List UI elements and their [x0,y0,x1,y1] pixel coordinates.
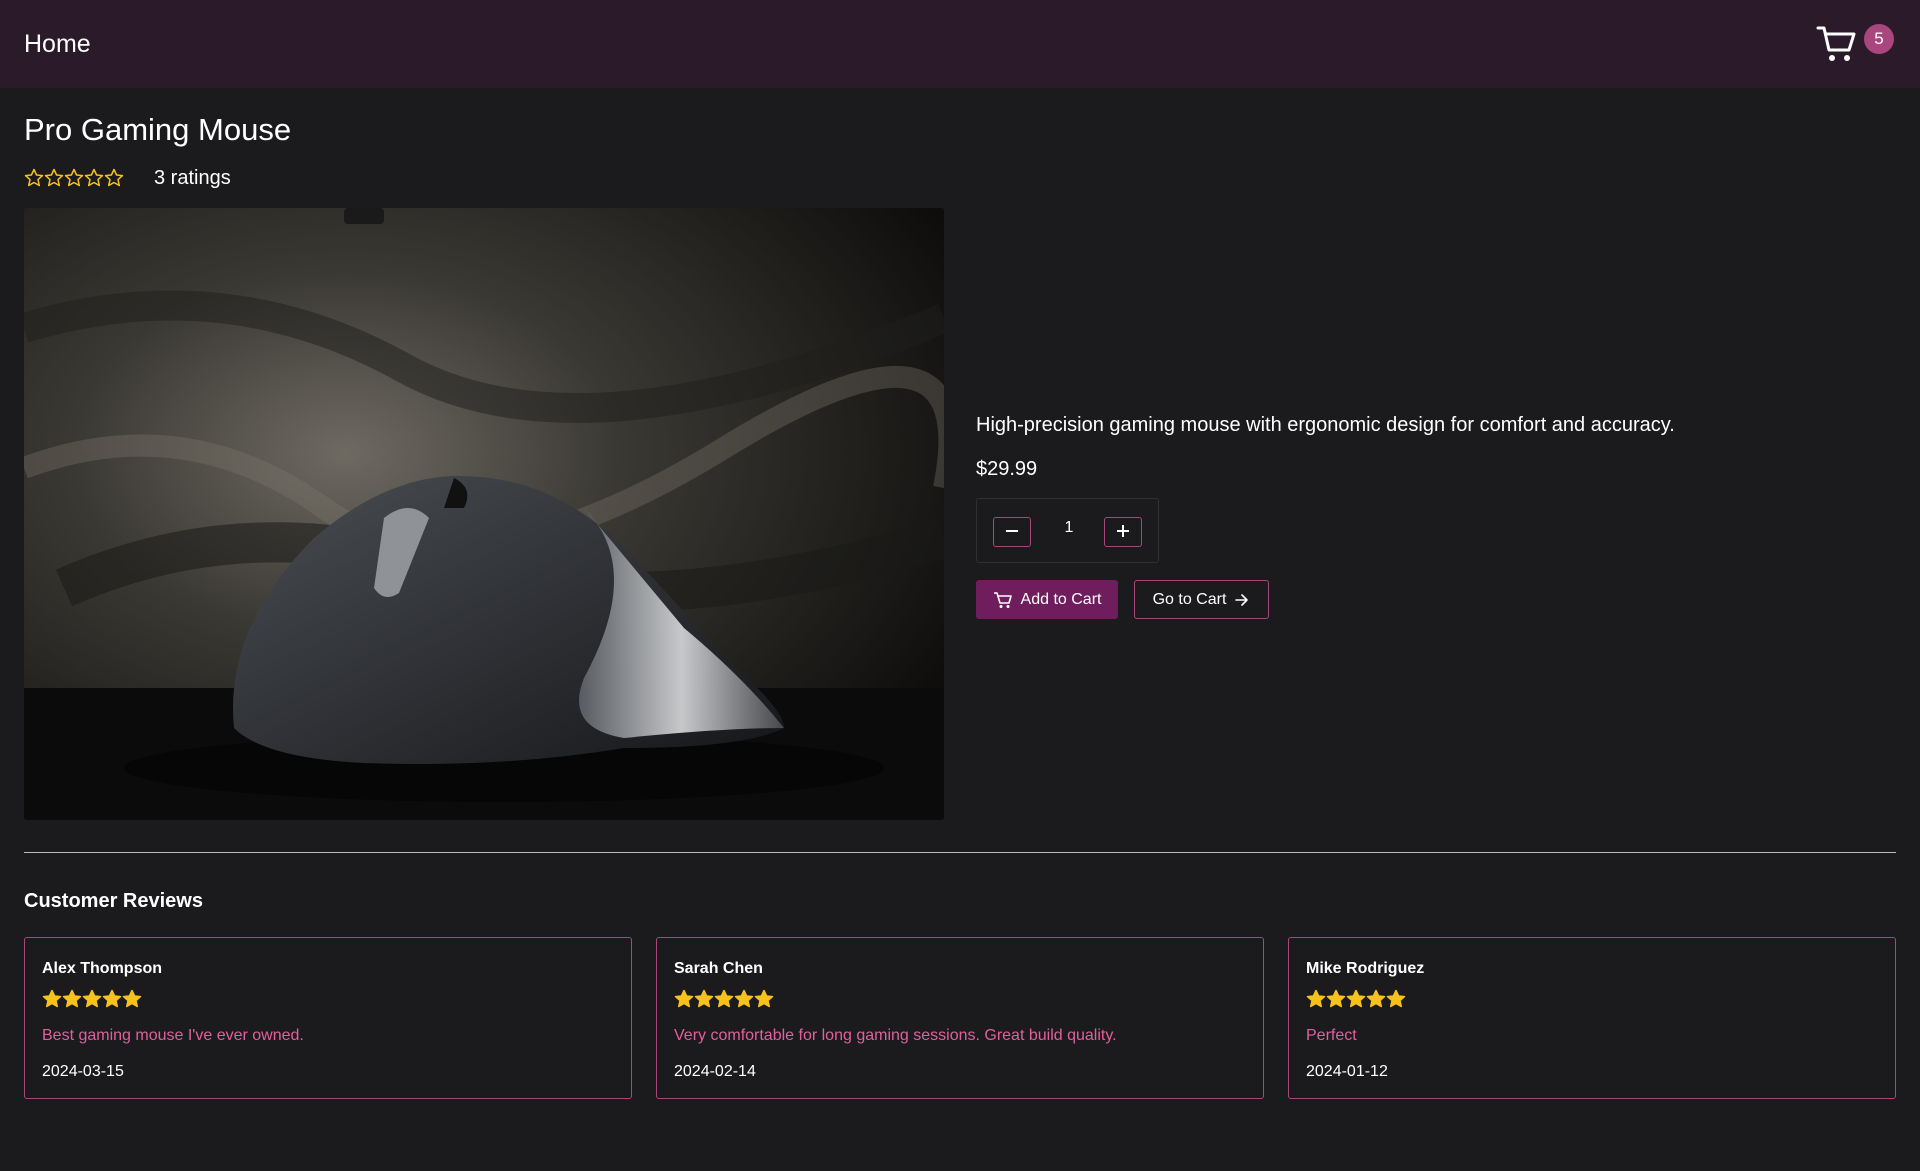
review-stars [674,989,774,1009]
add-to-cart-label: Add to Cart [1020,590,1102,608]
review-date: 2024-03-15 [42,1063,124,1080]
star-icon [1306,989,1326,1008]
product-price: $29.99 [976,458,1038,480]
product-description: High-precision gaming mouse with ergonom… [976,414,1675,436]
star-icon [1346,989,1366,1008]
ratings-count: 3 ratings [154,166,231,189]
mouse-photo [24,208,944,820]
star-icon [42,989,62,1008]
plus-icon [1117,525,1129,537]
star-icon [714,989,734,1008]
minus-icon [1006,530,1018,532]
star-icon [1326,989,1346,1008]
review-stars [1306,989,1406,1009]
star-icon [1386,989,1406,1008]
review-text: Perfect [1306,1027,1357,1044]
review-card: Alex Thompson Best gaming mouse I've eve… [24,937,632,1099]
review-date: 2024-01-12 [1306,1063,1388,1080]
quantity-decrease-button[interactable] [993,517,1031,547]
arrow-right-icon [1235,593,1249,606]
cart-icon [1816,26,1856,61]
review-author: Mike Rodriguez [1306,960,1425,977]
star-icon [104,168,124,187]
star-icon [122,989,142,1008]
review-text: Best gaming mouse I've ever owned. [42,1027,304,1044]
star-icon [62,989,82,1008]
star-icon [82,989,102,1008]
add-to-cart-button[interactable]: Add to Cart [976,580,1118,619]
cart-count-badge: 5 [1864,24,1894,54]
section-divider [24,852,1896,853]
star-icon [1366,989,1386,1008]
product-image [24,208,944,820]
product-rating: 3 ratings [24,165,231,191]
star-icon [84,168,104,187]
star-icon [674,989,694,1008]
review-text: Very comfortable for long gaming session… [674,1027,1117,1044]
review-date: 2024-02-14 [674,1063,756,1080]
star-icon [754,989,774,1008]
review-card: Mike Rodriguez Perfect 2024-01-12 [1288,937,1896,1099]
quantity-value: 1 [1064,519,1074,536]
review-card: Sarah Chen Very comfortable for long gam… [656,937,1264,1099]
cart-icon [993,591,1012,608]
product-title: Pro Gaming Mouse [24,112,292,147]
go-to-cart-button[interactable]: Go to Cart [1134,580,1269,619]
star-icon [24,168,44,187]
nav-home-link[interactable]: Home [24,30,91,59]
star-icon [44,168,64,187]
nav-cart-button[interactable]: 5 [1816,24,1896,68]
star-icon [102,989,122,1008]
product-rating-stars [24,168,124,188]
top-navbar: Home 5 [0,0,1920,88]
review-author: Sarah Chen [674,960,763,977]
reviews-heading: Customer Reviews [24,890,203,912]
go-to-cart-label: Go to Cart [1152,590,1227,608]
quantity-stepper: 1 [976,498,1159,563]
star-icon [64,168,84,187]
quantity-increase-button[interactable] [1104,517,1142,547]
star-icon [734,989,754,1008]
review-stars [42,989,142,1009]
star-icon [694,989,714,1008]
review-author: Alex Thompson [42,960,163,977]
